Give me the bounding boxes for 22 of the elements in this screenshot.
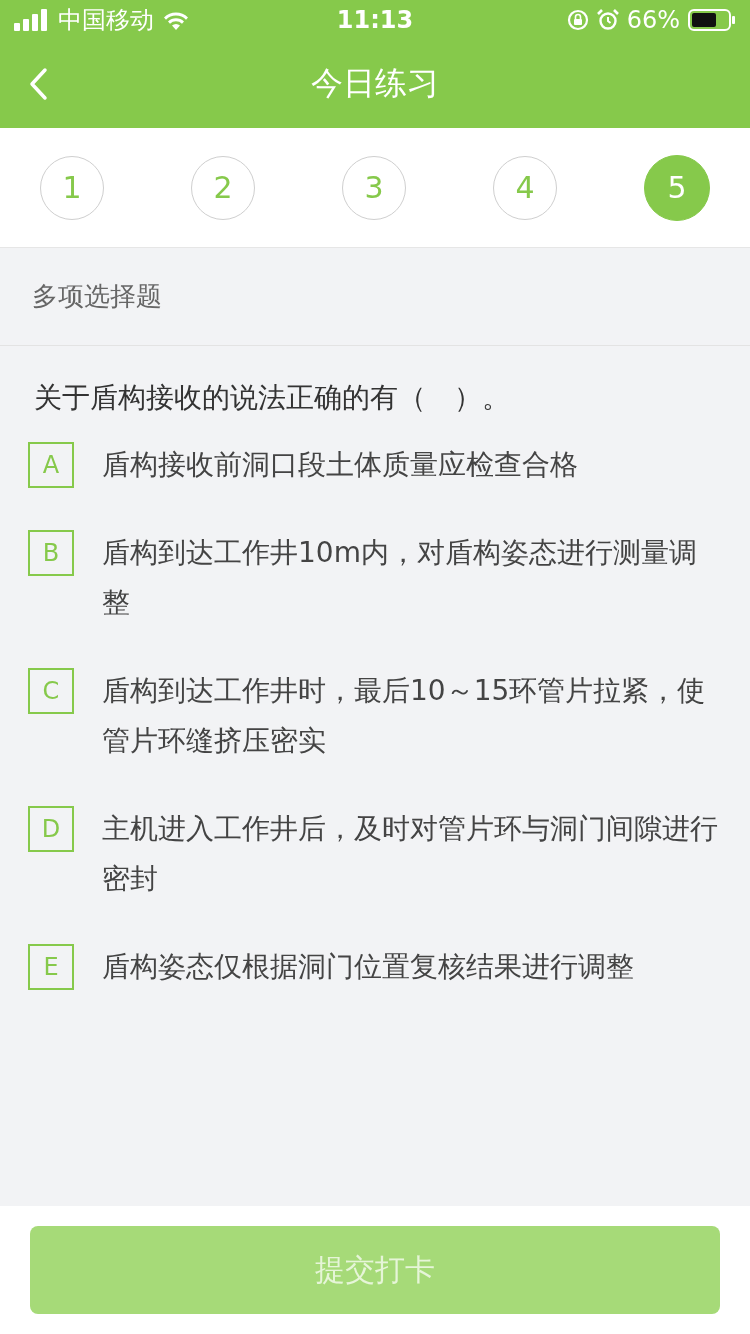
battery-percent: 66% <box>626 6 680 34</box>
option-checkbox[interactable]: B <box>28 530 74 576</box>
carrier-name: 中国移动 <box>58 5 154 36</box>
question-type: 多项选择题 <box>0 248 750 346</box>
option-text[interactable]: 盾构接收前洞口段土体质量应检查合格 <box>102 440 578 490</box>
option-checkbox[interactable]: A <box>28 442 74 488</box>
clock-time: 11:13 <box>336 6 414 34</box>
question-text: 关于盾构接收的说法正确的有（ ）。 <box>33 380 511 416</box>
signal-icon <box>14 9 50 31</box>
question-number[interactable]: 5 <box>644 154 710 221</box>
option-text[interactable]: 盾构姿态仅根据洞门位置复核结果进行调整 <box>102 942 634 992</box>
battery-icon <box>688 9 736 31</box>
option-checkbox[interactable]: C <box>28 668 74 714</box>
option-checkbox[interactable]: D <box>28 806 74 852</box>
rotation-lock-icon <box>566 9 589 31</box>
option-checkbox[interactable]: E <box>28 944 74 990</box>
option-text[interactable]: 主机进入工作井后，及时对管片环与洞门间隙进行密封 <box>102 804 724 904</box>
back-icon[interactable] <box>28 67 48 101</box>
option-text[interactable]: 盾构到达工作井时，最后10～15环管片拉紧，使管片环缝挤压密实 <box>102 666 724 766</box>
alarm-icon <box>596 9 619 31</box>
option-text[interactable]: 盾构到达工作井10m内，对盾构姿态进行测量调整 <box>102 528 724 628</box>
page-title: 今日练习 <box>311 63 439 104</box>
